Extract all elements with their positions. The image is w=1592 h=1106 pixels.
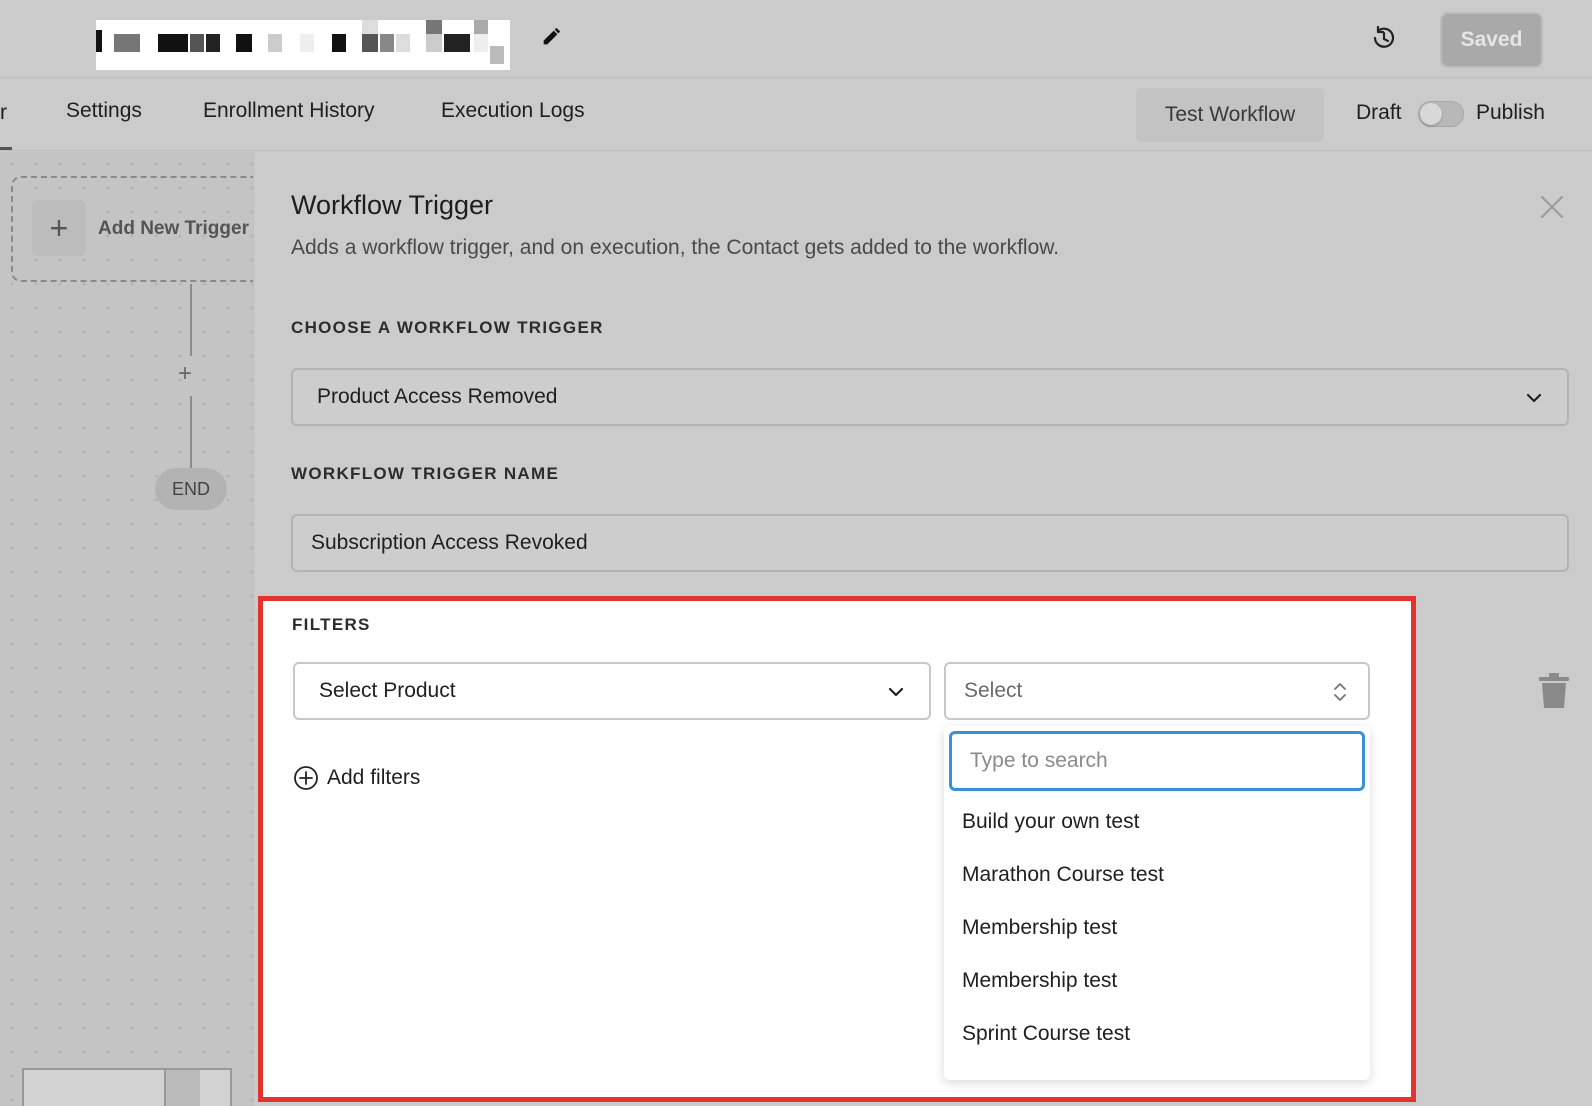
trigger-name-label: WORKFLOW TRIGGER NAME	[291, 464, 560, 483]
minimap[interactable]	[22, 1068, 232, 1106]
plus-icon: +	[32, 200, 86, 256]
toggle-knob	[1420, 103, 1442, 125]
trigger-name-input[interactable]: Subscription Access Revoked	[291, 514, 1569, 572]
draft-label: Draft	[1356, 101, 1402, 124]
active-tab-indicator	[0, 147, 12, 150]
flow-connector	[190, 396, 192, 468]
publish-toggle[interactable]	[1418, 101, 1464, 127]
plus-circle-icon	[294, 766, 318, 790]
redacted-workflow-name	[96, 20, 510, 70]
select-product-dropdown[interactable]: Select Product	[293, 662, 931, 720]
panel-subtitle: Adds a workflow trigger, and on executio…	[291, 236, 1060, 259]
add-new-trigger-card[interactable]: + Add New Trigger	[11, 176, 271, 282]
chevron-down-icon	[888, 687, 904, 697]
filter-value-placeholder: Select	[964, 679, 1023, 702]
add-new-trigger-label: Add New Trigger	[98, 218, 249, 239]
tab-builder-truncated[interactable]: r	[0, 101, 7, 125]
filter-value-select[interactable]: Select	[944, 662, 1370, 720]
saved-button[interactable]: Saved	[1440, 12, 1543, 68]
tab-execution-logs[interactable]: Execution Logs	[441, 99, 585, 123]
flow-connector	[190, 284, 192, 356]
publish-label: Publish	[1476, 101, 1545, 124]
trash-icon[interactable]	[1538, 672, 1570, 710]
select-dropdown-menu: Build your own test Marathon Course test…	[944, 726, 1370, 1080]
dropdown-option[interactable]: Marathon Course test	[962, 863, 1164, 887]
trigger-name-value: Subscription Access Revoked	[311, 531, 588, 554]
select-product-value: Select Product	[319, 679, 456, 702]
panel-title: Workflow Trigger	[291, 190, 494, 220]
tab-bar: r Settings Enrollment History Execution …	[0, 79, 1592, 151]
top-header: Saved	[0, 0, 1592, 78]
tab-enrollment-history[interactable]: Enrollment History	[203, 99, 375, 123]
dropdown-option[interactable]: Sprint Course test	[962, 1022, 1130, 1046]
edit-icon[interactable]	[540, 26, 562, 48]
workflow-canvas[interactable]: + Add New Trigger + END	[0, 152, 271, 1106]
chevron-down-icon	[1526, 393, 1542, 403]
trigger-type-value: Product Access Removed	[317, 385, 558, 408]
dropdown-option[interactable]: Membership test	[962, 916, 1117, 940]
test-workflow-button[interactable]: Test Workflow	[1136, 88, 1324, 142]
history-icon[interactable]	[1370, 24, 1398, 52]
minimap-viewport[interactable]	[164, 1070, 200, 1106]
dropdown-option[interactable]: Build your own test	[962, 810, 1139, 834]
trigger-type-select[interactable]: Product Access Removed	[291, 368, 1569, 426]
add-filters-button[interactable]: Add filters	[293, 765, 420, 791]
end-node: END	[155, 468, 227, 510]
dropdown-search-input[interactable]	[949, 731, 1365, 791]
add-step-icon[interactable]: +	[178, 360, 192, 388]
close-icon[interactable]	[1539, 194, 1565, 220]
add-filters-label: Add filters	[327, 766, 421, 789]
tab-settings[interactable]: Settings	[66, 99, 142, 123]
choose-trigger-label: CHOOSE A WORKFLOW TRIGGER	[291, 318, 604, 337]
dropdown-option[interactable]: Membership test	[962, 969, 1117, 993]
updown-icon	[1334, 683, 1346, 701]
filters-label: FILTERS	[292, 615, 371, 634]
